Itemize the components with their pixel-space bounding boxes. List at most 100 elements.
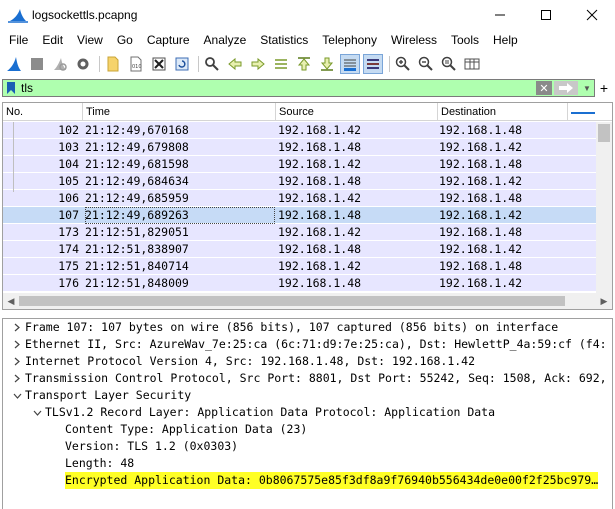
packet-row[interactable]: 107 21:12:49,689263 192.168.1.48 192.168.1.… [3, 207, 596, 224]
detail-tree-item[interactable]: Frame 107: 107 bytes on wire (856 bits),… [3, 319, 612, 336]
packet-row[interactable]: 173 21:12:51,829051 192.168.1.42 192.168.1.… [3, 224, 596, 241]
detail-tree-label: Content Type: Application Data (23) [65, 422, 308, 436]
go-back-icon[interactable] [225, 54, 245, 74]
restart-icon[interactable] [50, 54, 70, 74]
menu-file[interactable]: File [2, 30, 35, 50]
packet-details-pane: Frame 107: 107 bytes on wire (856 bits),… [2, 318, 613, 509]
detail-tree-item[interactable]: Ethernet II, Src: AzureWav_7e:25:ca (6c:… [3, 336, 612, 353]
packet-list-vertical-scrollbar[interactable] [596, 122, 612, 295]
close-icon[interactable] [569, 0, 615, 30]
packet-destination: 192.168.1.42 [439, 242, 523, 256]
packet-source: 192.168.1.48 [278, 276, 362, 290]
column-header-time[interactable]: Time [83, 103, 276, 121]
packet-list-horizontal-scrollbar[interactable]: ◀ ▶ [3, 293, 612, 309]
packet-source: 192.168.1.42 [278, 259, 362, 273]
menu-edit[interactable]: Edit [35, 30, 70, 50]
filter-history-dropdown-icon[interactable]: ▼ [580, 80, 594, 96]
chevron-down-icon[interactable] [11, 387, 23, 404]
colorize-icon[interactable] [363, 54, 383, 74]
display-filter-input[interactable] [19, 80, 536, 96]
vertical-scrollbar-thumb[interactable] [598, 124, 610, 142]
packet-row[interactable]: 106 21:12:49,685959 192.168.1.42 192.168.1.… [3, 190, 596, 207]
chevron-right-icon[interactable] [11, 319, 23, 336]
packet-row[interactable]: 104 21:12:49,681598 192.168.1.42 192.168.1.… [3, 156, 596, 173]
detail-tree-item[interactable]: Encrypted Application Data: 0b8067575e85… [3, 472, 612, 489]
window-controls [477, 0, 615, 30]
menu-bar: File Edit View Go Capture Analyze Statis… [0, 30, 615, 50]
menu-statistics[interactable]: Statistics [253, 30, 315, 50]
detail-tree-item[interactable]: Version: TLS 1.2 (0x0303) [3, 438, 612, 455]
minimize-icon[interactable] [477, 0, 523, 30]
zoom-in-icon[interactable] [393, 54, 413, 74]
sort-indicator [571, 112, 595, 114]
detail-tree-item[interactable]: Transport Layer Security [3, 387, 612, 404]
detail-tree-label: Length: 48 [65, 456, 135, 470]
menu-tools[interactable]: Tools [444, 30, 486, 50]
scroll-right-icon[interactable]: ▶ [596, 293, 612, 309]
last-packet-icon[interactable] [317, 54, 337, 74]
packet-source: 192.168.1.42 [278, 191, 362, 205]
packet-time: 21:12:49,684634 [85, 174, 189, 188]
close-file-icon[interactable] [149, 54, 169, 74]
packet-row[interactable]: 175 21:12:51,840714 192.168.1.42 192.168.1.… [3, 258, 596, 275]
go-forward-icon[interactable] [248, 54, 268, 74]
zoom-out-icon[interactable] [416, 54, 436, 74]
scroll-left-icon[interactable]: ◀ [3, 293, 19, 309]
menu-telephony[interactable]: Telephony [315, 30, 384, 50]
packet-row[interactable]: 102 21:12:49,670168 192.168.1.42 192.168.1.… [3, 122, 596, 139]
menu-capture[interactable]: Capture [140, 30, 197, 50]
open-file-icon[interactable] [103, 54, 123, 74]
stop-square-icon[interactable] [27, 54, 47, 74]
detail-tree-item[interactable]: Length: 48 [3, 455, 612, 472]
save-file-icon[interactable]: 010 [126, 54, 146, 74]
menu-help[interactable]: Help [486, 30, 525, 50]
options-gear-icon[interactable] [73, 54, 93, 74]
go-to-packet-icon[interactable] [271, 54, 291, 74]
detail-tree-label: Frame 107: 107 bytes on wire (856 bits),… [25, 320, 559, 334]
packet-source: 192.168.1.48 [278, 140, 362, 154]
packet-destination: 192.168.1.48 [439, 259, 523, 273]
packet-row[interactable]: 174 21:12:51,838907 192.168.1.48 192.168.1.… [3, 241, 596, 258]
detail-tree-label: Version: TLS 1.2 (0x0303) [65, 439, 239, 453]
find-icon[interactable] [202, 54, 222, 74]
chevron-right-icon[interactable] [11, 336, 23, 353]
packet-row[interactable]: 103 21:12:49,679808 192.168.1.48 192.168.1.… [3, 139, 596, 156]
packet-number: 175 [58, 259, 79, 273]
shark-fin-start-icon[interactable] [4, 54, 24, 74]
bookmark-icon[interactable] [3, 80, 19, 96]
column-header-source[interactable]: Source [276, 103, 438, 121]
packet-row[interactable]: 176 21:12:51,848009 192.168.1.48 192.168.1.… [3, 275, 596, 292]
clear-filter-icon[interactable]: ✕ [536, 81, 552, 95]
toolbar-separator [198, 56, 199, 72]
column-header-destination[interactable]: Destination [438, 103, 568, 121]
detail-tree-item[interactable]: Internet Protocol Version 4, Src: 192.16… [3, 353, 612, 370]
horizontal-scrollbar-thumb[interactable] [19, 296, 565, 306]
detail-tree-item[interactable]: Transmission Control Protocol, Src Port:… [3, 370, 612, 387]
chevron-right-icon[interactable] [11, 353, 23, 370]
packet-row[interactable]: 105 21:12:49,684634 192.168.1.48 192.168.1.… [3, 173, 596, 190]
menu-view[interactable]: View [70, 30, 110, 50]
packet-source: 192.168.1.42 [278, 225, 362, 239]
reload-icon[interactable] [172, 54, 192, 74]
menu-analyze[interactable]: Analyze [197, 30, 254, 50]
first-packet-icon[interactable] [294, 54, 314, 74]
packet-destination: 192.168.1.48 [439, 157, 523, 171]
menu-wireless[interactable]: Wireless [384, 30, 444, 50]
detail-tree-item[interactable]: Content Type: Application Data (23) [3, 421, 612, 438]
detail-tree-label: TLSv1.2 Record Layer: Application Data P… [45, 405, 496, 419]
autoscroll-icon[interactable] [340, 54, 360, 74]
chevron-right-icon[interactable] [11, 370, 23, 387]
display-filter-bar: ✕ ▼ + [2, 78, 613, 98]
packet-time: 21:12:51,829051 [85, 225, 189, 239]
detail-tree-item[interactable]: TLSv1.2 Record Layer: Application Data P… [3, 404, 612, 421]
column-header-no[interactable]: No. [3, 103, 83, 121]
menu-go[interactable]: Go [110, 30, 140, 50]
add-filter-button-icon[interactable]: + [595, 79, 613, 97]
packet-destination: 192.168.1.42 [439, 174, 523, 188]
packet-source: 192.168.1.48 [278, 208, 362, 222]
chevron-down-icon[interactable] [31, 404, 43, 421]
maximize-icon[interactable] [523, 0, 569, 30]
resize-columns-icon[interactable] [462, 54, 482, 74]
apply-filter-arrow-icon[interactable] [554, 81, 578, 95]
zoom-normal-icon[interactable] [439, 54, 459, 74]
